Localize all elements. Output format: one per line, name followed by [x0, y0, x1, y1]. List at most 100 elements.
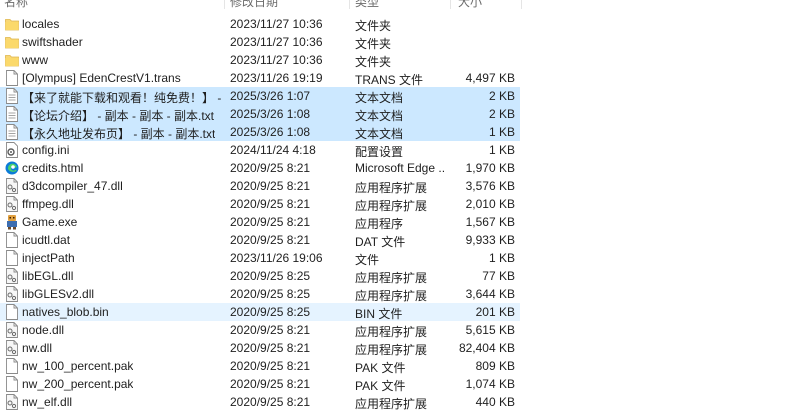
file-type: 文件 [355, 253, 380, 267]
file-type: 配置设置 [355, 145, 404, 159]
header-date[interactable]: 修改日期 [230, 0, 278, 10]
file-type: Microsoft Edge ... [355, 161, 445, 175]
file-type: BIN 文件 [355, 307, 403, 321]
file-date: 2020/9/25 8:21 [230, 359, 311, 373]
file-row[interactable]: Game.exe 2020/9/25 8:21 应用程序 1,567 KB [0, 213, 520, 231]
file-name: nw_100_percent.pak [22, 359, 134, 373]
file-date: 2020/9/25 8:25 [230, 269, 311, 283]
file-row[interactable]: [Olympus] EdenCrestV1.trans 2023/11/26 19… [0, 69, 520, 87]
dll-icon [5, 178, 19, 194]
header-divider[interactable] [349, 0, 350, 9]
file-type: 文件夹 [355, 55, 392, 69]
file-type: 应用程序扩展 [355, 181, 428, 195]
file-row[interactable]: injectPath 2023/11/26 19:06 文件 1 KB [0, 249, 520, 267]
file-size: 5,615 KB [465, 323, 515, 337]
file-size: 1 KB [488, 143, 515, 157]
text-file-icon [5, 88, 19, 104]
file-name: icudtl.dat [22, 233, 71, 247]
file-date: 2023/11/26 19:06 [230, 251, 323, 265]
file-size: 2,010 KB [465, 197, 515, 211]
file-icon [5, 232, 19, 248]
header-divider[interactable] [521, 0, 522, 9]
file-size: 4,497 KB [465, 71, 515, 85]
file-row[interactable]: nw_elf.dll 2020/9/25 8:21 应用程序扩展 440 KB [0, 393, 520, 411]
file-date: 2020/9/25 8:21 [230, 215, 311, 229]
text-file-icon [5, 106, 19, 122]
text-file-icon [5, 124, 19, 140]
folder-icon [5, 34, 19, 50]
file-size: 3,576 KB [465, 179, 515, 193]
file-name: nw.dll [22, 341, 53, 355]
file-name: node.dll [22, 323, 65, 337]
file-name: locales [22, 17, 60, 31]
file-row[interactable]: libGLESv2.dll 2020/9/25 8:25 应用程序扩展 3,644 K… [0, 285, 520, 303]
file-name: natives_blob.bin [22, 305, 109, 319]
file-row[interactable]: nw_100_percent.pak 2020/9/25 8:21 PAK 文件 80… [0, 357, 520, 375]
folder-icon [5, 52, 19, 68]
header-name[interactable]: 名称 [4, 0, 28, 10]
file-row[interactable]: nw_200_percent.pak 2020/9/25 8:21 PAK 文件 1,… [0, 375, 520, 393]
file-name: libEGL.dll [22, 269, 74, 283]
file-date: 2023/11/27 10:36 [230, 35, 323, 49]
file-name: ffmpeg.dll [22, 197, 74, 211]
file-size: 2 KB [488, 107, 515, 121]
file-date: 2020/9/25 8:21 [230, 197, 311, 211]
file-row[interactable]: 【永久地址发布页】 - 副本 - 副本.txt 2025/3/26 1:08 文本文… [0, 123, 520, 141]
header-size[interactable]: 大小 [458, 0, 482, 10]
settings-file-icon [5, 142, 19, 158]
file-date: 2023/11/27 10:36 [230, 17, 323, 31]
file-name: libGLESv2.dll [22, 287, 95, 301]
file-size: 2 KB [488, 89, 515, 103]
file-type: 应用程序 [355, 217, 404, 231]
file-date: 2025/3/26 1:07 [230, 89, 311, 103]
file-date: 2020/9/25 8:21 [230, 395, 311, 409]
file-date: 2025/3/26 1:08 [230, 125, 311, 139]
file-row[interactable]: natives_blob.bin 2020/9/25 8:25 BIN 文件 201 … [0, 303, 520, 321]
file-size: 1,970 KB [465, 161, 515, 175]
file-name: 【永久地址发布页】 - 副本 - 副本.txt [22, 127, 216, 141]
file-name: 【来了就能下载和观看！纯免费！】 - 副... [22, 91, 222, 105]
file-size: 1 KB [488, 251, 515, 265]
file-row[interactable]: node.dll 2020/9/25 8:21 应用程序扩展 5,615 KB [0, 321, 520, 339]
file-row[interactable]: nw.dll 2020/9/25 8:21 应用程序扩展 82,404 KB [0, 339, 520, 357]
file-name: nw_elf.dll [22, 395, 73, 409]
file-date: 2020/9/25 8:21 [230, 323, 311, 337]
file-row[interactable]: config.ini 2024/11/24 4:18 配置设置 1 KB [0, 141, 520, 159]
file-size: 77 KB [482, 269, 515, 283]
file-date: 2020/9/25 8:21 [230, 161, 311, 175]
file-type: 应用程序扩展 [355, 325, 428, 339]
file-icon [5, 304, 19, 320]
file-date: 2023/11/26 19:19 [230, 71, 323, 85]
file-type: 应用程序扩展 [355, 271, 428, 285]
file-row[interactable]: icudtl.dat 2020/9/25 8:21 DAT 文件 9,933 KB [0, 231, 520, 249]
header-divider[interactable] [450, 0, 451, 9]
file-name: injectPath [22, 251, 75, 265]
file-row[interactable]: 【论坛介绍】 - 副本 - 副本 - 副本.txt 2025/3/26 1:08 文… [0, 105, 520, 123]
file-icon [5, 250, 19, 266]
header-type[interactable]: 类型 [355, 0, 379, 10]
file-row[interactable]: locales 2023/11/27 10:36 文件夹 [0, 15, 520, 33]
file-date: 2020/9/25 8:21 [230, 377, 311, 391]
file-row[interactable]: credits.html 2020/9/25 8:21 Microsoft Edge… [0, 159, 520, 177]
file-type: 应用程序扩展 [355, 397, 428, 411]
file-icon [5, 376, 19, 392]
file-row[interactable]: d3dcompiler_47.dll 2020/9/25 8:21 应用程序扩展 3,… [0, 177, 520, 195]
file-type: 应用程序扩展 [355, 289, 428, 303]
file-row[interactable]: 【来了就能下载和观看！纯免费！】 - 副... 2025/3/26 1:07 文本文… [0, 87, 520, 105]
file-type: 应用程序扩展 [355, 343, 428, 357]
file-size: 1,567 KB [465, 215, 515, 229]
file-size: 201 KB [475, 305, 515, 319]
file-icon [5, 358, 19, 374]
file-name: credits.html [22, 161, 84, 175]
dll-icon [5, 196, 19, 212]
file-name: [Olympus] EdenCrestV1.trans [22, 71, 181, 85]
file-type: 文件夹 [355, 19, 392, 33]
file-row[interactable]: www 2023/11/27 10:36 文件夹 [0, 51, 520, 69]
file-row[interactable]: libEGL.dll 2020/9/25 8:25 应用程序扩展 77 KB [0, 267, 520, 285]
file-name: swiftshader [22, 35, 83, 49]
file-row[interactable]: swiftshader 2023/11/27 10:36 文件夹 [0, 33, 520, 51]
file-type: TRANS 文件 [355, 73, 424, 87]
file-row[interactable]: ffmpeg.dll 2020/9/25 8:21 应用程序扩展 2,010 KB [0, 195, 520, 213]
column-header: 名称 修改日期 类型 大小 [0, 0, 800, 9]
header-divider[interactable] [224, 0, 225, 9]
